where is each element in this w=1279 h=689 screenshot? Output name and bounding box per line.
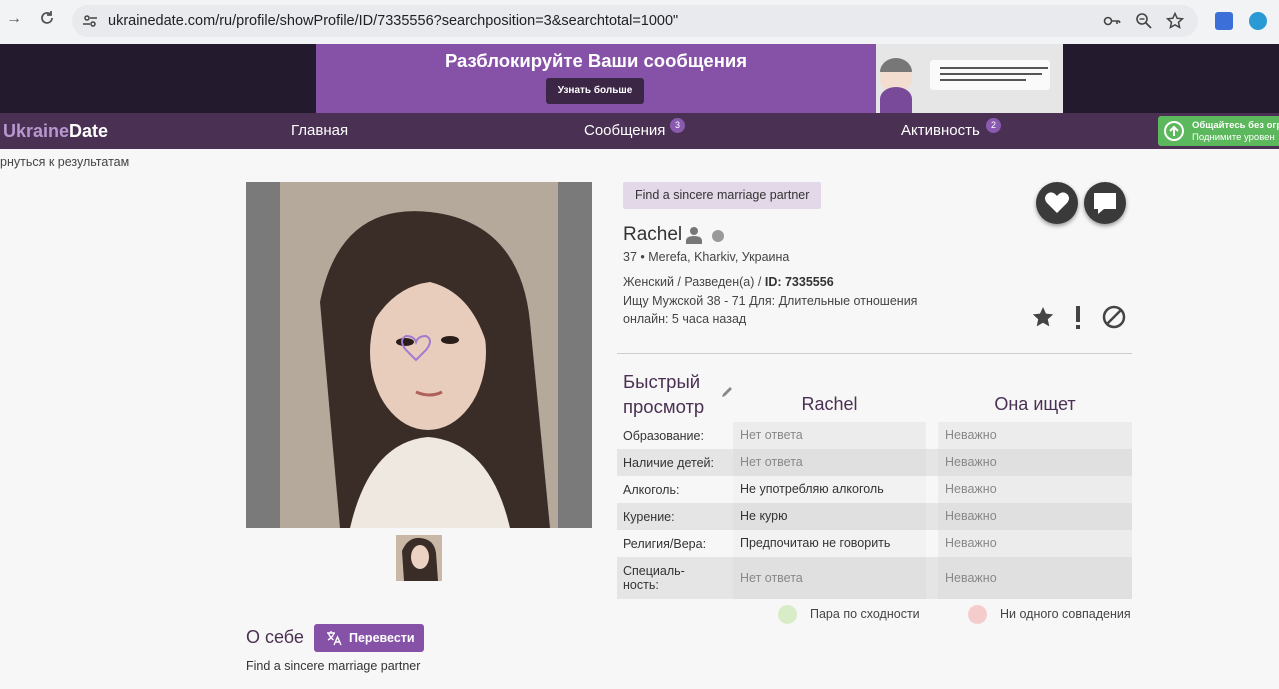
nav-messages[interactable]: Сообщения	[584, 122, 665, 139]
row-seeking: Неважно	[938, 530, 1132, 557]
address-bar[interactable]: ukrainedate.com/ru/profile/showProfile/I…	[72, 5, 1198, 37]
site-settings-icon[interactable]	[82, 13, 98, 29]
table-row: Курение: Не курю Неважно	[617, 503, 1132, 530]
quickview-title-line-1: Быстрый	[623, 371, 701, 392]
key-icon[interactable]	[1103, 12, 1121, 30]
row-label: Курение:	[623, 510, 675, 524]
back-to-results-link[interactable]: рнуться к результатам	[0, 155, 129, 169]
nomatch-legend-dot	[968, 605, 987, 624]
row-value: Нет ответа	[733, 557, 926, 599]
reload-icon[interactable]	[39, 10, 55, 31]
translate-button[interactable]: Перевести	[314, 624, 424, 652]
zoom-icon[interactable]	[1135, 12, 1153, 30]
url-text[interactable]: ukrainedate.com/ru/profile/showProfile/I…	[108, 13, 678, 29]
row-seeking: Неважно	[938, 476, 1132, 503]
profile-tagline: Find a sincere marriage partner	[623, 182, 822, 209]
match-legend-dot	[778, 605, 797, 624]
gender-status: Женский / Разведен(а) /	[623, 275, 765, 289]
table-row: Специаль- ность: Нет ответа Неважно	[617, 557, 1132, 599]
upgrade-arrow-icon	[1164, 121, 1184, 141]
extension-cloud-icon[interactable]	[1249, 12, 1267, 30]
logo-part-2: Date	[69, 121, 109, 141]
row-label: Алкоголь:	[623, 483, 680, 497]
last-online: онлайн: 5 часа назад	[623, 312, 747, 326]
row-value: Не курю	[733, 503, 926, 530]
table-row: Алкоголь: Не употребляю алкоголь Неважно	[617, 476, 1132, 503]
quickview-col-seeking: Она ищет	[994, 394, 1076, 414]
site-logo[interactable]: UkraineDate	[3, 121, 108, 142]
quickview-title: Быстрый просмотр	[623, 369, 704, 419]
chat-bubble-icon	[1094, 193, 1116, 214]
heart-icon	[1045, 192, 1069, 213]
extension-translate-icon[interactable]	[1215, 12, 1233, 30]
row-seeking: Неважно	[938, 422, 1132, 449]
learn-more-button[interactable]: Узнать больше	[546, 78, 644, 104]
nav-activity[interactable]: Активность	[901, 122, 980, 139]
age-location: 37 • Merefa, Kharkiv, Украина	[623, 250, 790, 264]
main-photo-frame[interactable]	[246, 182, 592, 528]
seeking-line: Ищу Мужской 38 - 71 Для: Длительные отно…	[623, 294, 918, 308]
quickview-title-line-2: просмотр	[623, 396, 705, 417]
translate-icon	[327, 631, 342, 646]
nomatch-legend-label: Ни одного совпадения	[1000, 607, 1131, 621]
row-value: Не употребляю алкоголь	[733, 476, 926, 503]
table-row: Образование: Нет ответа Неважно	[617, 422, 1132, 449]
activity-count-badge: 2	[986, 118, 1001, 133]
bookmark-star-icon[interactable]	[1166, 12, 1184, 30]
logo-part-1: Ukraine	[3, 121, 70, 141]
row-label: Наличие детей:	[623, 456, 714, 470]
nav-home[interactable]: Главная	[291, 122, 348, 139]
row-value: Нет ответа	[733, 449, 926, 476]
row-seeking: Неважно	[938, 503, 1132, 530]
table-row: Религия/Вера: Предпочитаю не говорить Не…	[617, 530, 1132, 557]
promo-banner: Разблокируйте Ваши сообщения Узнать боль…	[0, 44, 1279, 113]
promo-illustration	[876, 44, 1063, 113]
user-icon	[686, 227, 702, 244]
promo-panel: Разблокируйте Ваши сообщения Узнать боль…	[316, 44, 876, 113]
promo-title: Разблокируйте Ваши сообщения	[444, 50, 748, 71]
row-value: Нет ответа	[733, 422, 926, 449]
profile-photo[interactable]	[280, 182, 558, 528]
section-divider	[617, 353, 1132, 354]
row-seeking: Неважно	[938, 449, 1132, 476]
quickview-col-profile: Rachel	[801, 394, 858, 414]
row-label: Образование:	[623, 429, 704, 443]
site-navigation: UkraineDate Главная Сообщения 3 Активнос…	[0, 113, 1279, 149]
favorite-star-icon[interactable]	[1031, 305, 1055, 329]
row-label: Религия/Вера:	[623, 537, 707, 551]
forward-icon[interactable]: →	[6, 10, 22, 28]
row-value: Предпочитаю не говорить	[733, 530, 926, 557]
about-text: Find a sincere marriage partner	[246, 659, 421, 673]
table-row: Наличие детей: Нет ответа Неважно	[617, 449, 1132, 476]
photo-thumbnail[interactable]	[396, 535, 442, 581]
report-exclamation-icon[interactable]	[1066, 305, 1090, 329]
upgrade-line-2: Поднимите уровен	[1192, 132, 1275, 143]
messages-count-badge: 3	[670, 118, 685, 133]
upgrade-button[interactable]: Общайтесь без огр Поднимите уровен	[1158, 116, 1279, 146]
match-legend-label: Пара по сходности	[810, 607, 920, 621]
row-label-line-2: ность:	[623, 578, 659, 592]
gender-status-line: Женский / Разведен(а) / ID: 7335556	[623, 275, 834, 289]
profile-id: ID: 7335556	[764, 275, 834, 289]
browser-toolbar: → ukrainedate.com/ru/profile/showProfile…	[0, 0, 1279, 44]
online-status-dot	[712, 230, 724, 242]
row-label-line-1: Специаль-	[623, 564, 685, 578]
translate-label: Перевести	[349, 631, 415, 645]
profile-name: Rachel	[623, 224, 683, 245]
upgrade-line-1: Общайтесь без огр	[1192, 120, 1279, 131]
about-title: О себе	[246, 627, 304, 647]
block-icon[interactable]	[1102, 305, 1126, 329]
message-button[interactable]	[1084, 182, 1126, 224]
like-button[interactable]	[1036, 182, 1078, 224]
row-seeking: Неважно	[938, 557, 1132, 599]
